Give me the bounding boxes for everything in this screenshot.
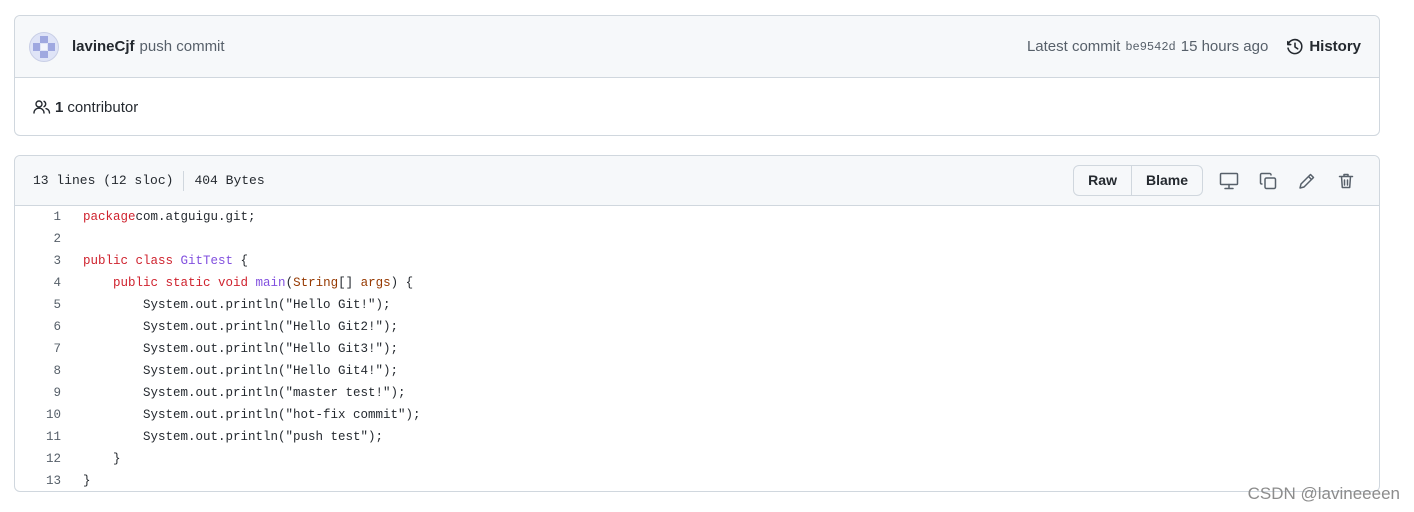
latest-commit-label: Latest commit xyxy=(1026,38,1121,55)
code-text: public class GitTest { xyxy=(61,250,248,272)
code-line: 9 System.out.println("master test!"); xyxy=(15,382,1379,404)
avatar[interactable] xyxy=(29,31,59,62)
code-text: System.out.println("Hello Git2!"); xyxy=(61,316,398,338)
file-header: 13 lines (12 sloc) 404 Bytes Raw Blame xyxy=(15,156,1379,206)
code-line: 7 System.out.println("Hello Git3!"); xyxy=(15,338,1379,360)
code-token: package xyxy=(83,210,136,224)
code-line: 6 System.out.println("Hello Git2!"); xyxy=(15,316,1379,338)
code-token: System.out.println("Hello Git!"); xyxy=(83,298,391,312)
history-label: History xyxy=(1309,38,1361,55)
code-view[interactable]: 1 packagecom.atguigu.git; 2 3 public class G… xyxy=(15,206,1379,492)
code-token: { xyxy=(233,254,249,268)
commit-time: 15 hours ago xyxy=(1180,38,1269,55)
delete-button[interactable] xyxy=(1326,166,1365,196)
line-number[interactable]: 6 xyxy=(15,316,61,338)
code-token: args xyxy=(360,276,391,290)
code-token: ) { xyxy=(390,276,414,290)
code-token: public class xyxy=(83,254,181,268)
copy-button[interactable] xyxy=(1248,166,1287,196)
code-line: 11 System.out.println("push test"); xyxy=(15,426,1379,448)
edit-button[interactable] xyxy=(1287,166,1326,196)
pencil-icon xyxy=(1298,173,1314,189)
code-text: public static void main(String[] args) { xyxy=(61,272,413,294)
divider xyxy=(183,170,185,191)
line-number[interactable]: 4 xyxy=(15,272,61,294)
code-line: 10 System.out.println("hot-fix commit"); xyxy=(15,404,1379,426)
line-number[interactable]: 10 xyxy=(15,404,61,426)
line-number[interactable]: 7 xyxy=(15,338,61,360)
copy-icon xyxy=(1259,172,1276,189)
code-text: } xyxy=(61,470,91,492)
commit-message-link[interactable]: push commit xyxy=(140,38,225,55)
line-number[interactable]: 9 xyxy=(15,382,61,404)
line-number[interactable]: 3 xyxy=(15,250,61,272)
contributors-row[interactable]: 1 contributor xyxy=(15,78,1379,136)
line-number[interactable]: 13 xyxy=(15,470,61,492)
code-text: } xyxy=(61,448,121,470)
code-line: 8 System.out.println("Hello Git4!"); xyxy=(15,360,1379,382)
code-token: System.out.println("Hello Git4!"); xyxy=(83,364,399,378)
code-line: 13} xyxy=(15,470,1379,492)
desktop-icon xyxy=(1219,172,1238,189)
line-number[interactable]: 8 xyxy=(15,360,61,382)
commit-author-link[interactable]: lavineCjf xyxy=(72,38,135,55)
code-line: 3 public class GitTest { xyxy=(15,250,1379,272)
code-token: com.atguigu.git; xyxy=(135,210,256,224)
code-text: System.out.println("Hello Git4!"); xyxy=(61,360,398,382)
code-token: main xyxy=(255,276,286,290)
commit-sha-link[interactable]: be9542d xyxy=(1125,40,1175,54)
code-text: System.out.println("hot-fix commit"); xyxy=(61,404,421,426)
code-token: System.out.println("hot-fix commit"); xyxy=(83,408,421,422)
code-token: } xyxy=(83,474,91,488)
code-token: ( xyxy=(285,276,294,290)
code-token: public static void xyxy=(113,276,256,290)
code-token: System.out.println("Hello Git3!"); xyxy=(83,342,399,356)
commit-box: lavineCjf push commit Latest commit be95… xyxy=(14,15,1380,136)
code-token: System.out.println("Hello Git2!"); xyxy=(83,320,399,334)
code-token: } xyxy=(83,452,121,466)
code-token: String xyxy=(293,276,339,290)
code-line: 5 System.out.println("Hello Git!"); xyxy=(15,294,1379,316)
file-size: 404 Bytes xyxy=(194,173,265,188)
code-text: packagecom.atguigu.git; xyxy=(61,206,256,228)
contributors-label: contributor xyxy=(67,98,139,116)
file-box: 13 lines (12 sloc) 404 Bytes Raw Blame 1… xyxy=(14,155,1380,492)
code-token: System.out.println("master test!"); xyxy=(83,386,406,400)
people-icon xyxy=(33,100,51,114)
commit-header: lavineCjf push commit Latest commit be95… xyxy=(15,16,1379,78)
code-token: GitTest xyxy=(180,254,234,268)
history-icon xyxy=(1287,38,1303,54)
watermark: CSDN @lavineeeen xyxy=(1247,484,1400,503)
code-line: 12 } xyxy=(15,448,1379,470)
code-text: System.out.println("Hello Git!"); xyxy=(61,294,391,316)
code-token: System.out.println("push test"); xyxy=(83,430,384,444)
code-line: 1 packagecom.atguigu.git; xyxy=(15,206,1379,228)
line-number[interactable]: 12 xyxy=(15,448,61,470)
raw-button[interactable]: Raw xyxy=(1074,166,1131,195)
code-token: [] xyxy=(338,276,361,290)
code-line: 4 public static void main(String[] args)… xyxy=(15,272,1379,294)
history-link[interactable]: History xyxy=(1286,38,1361,56)
contributors-count: 1 xyxy=(55,98,64,116)
line-number[interactable]: 5 xyxy=(15,294,61,316)
code-text: System.out.println("push test"); xyxy=(61,426,383,448)
trash-icon xyxy=(1338,173,1353,188)
display-rendered-button[interactable] xyxy=(1209,166,1248,196)
code-text: System.out.println("Hello Git3!"); xyxy=(61,338,398,360)
blame-button[interactable]: Blame xyxy=(1130,166,1202,195)
raw-blame-group: Raw Blame xyxy=(1073,165,1203,196)
code-text: System.out.println("master test!"); xyxy=(61,382,406,404)
line-number[interactable]: 2 xyxy=(15,228,61,250)
code-line: 2 xyxy=(15,228,1379,250)
line-number[interactable]: 1 xyxy=(15,206,61,228)
file-lines-info: 13 lines (12 sloc) xyxy=(33,173,174,188)
line-number[interactable]: 11 xyxy=(15,426,61,448)
